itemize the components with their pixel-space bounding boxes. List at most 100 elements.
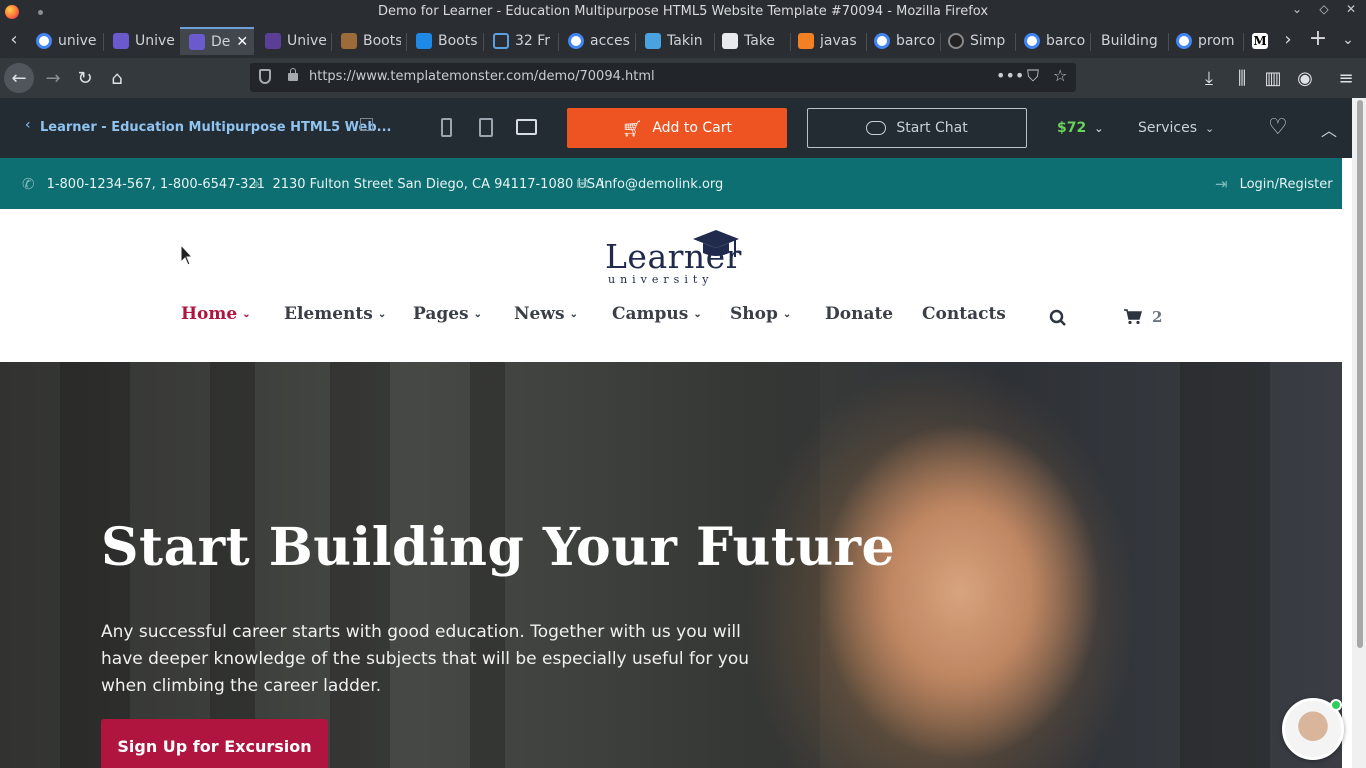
chat-agent-avatar[interactable] — [1282, 698, 1344, 760]
google-icon — [1024, 33, 1040, 49]
tab-6[interactable]: Boots — [416, 27, 480, 55]
graduation-cap-icon — [693, 230, 739, 257]
tab-4[interactable]: Unive — [265, 27, 327, 55]
sign-up-excursion-button[interactable]: Sign Up for Excursion — [101, 719, 328, 768]
close-window-icon[interactable]: ✕ — [1343, 2, 1359, 16]
tab-3-active[interactable]: De ✕ — [180, 27, 254, 55]
services-dropdown[interactable]: Services ⌄ — [1138, 120, 1214, 136]
code-icon — [722, 33, 738, 49]
reload-icon[interactable]: ↻ — [70, 63, 100, 93]
nav-contacts[interactable]: Contacts — [922, 304, 1006, 324]
tab-10[interactable]: Take — [722, 27, 788, 55]
navigation-toolbar: ← → ↻ ⌂ https://www.templatemonster.com/… — [0, 58, 1366, 98]
page-scrollbar[interactable] — [1352, 98, 1366, 768]
tab-2[interactable]: Unive — [113, 27, 177, 55]
site-icon — [948, 33, 964, 49]
template-icon — [189, 34, 205, 50]
start-chat-button[interactable]: Start Chat — [807, 108, 1027, 148]
cart-icon: 🛒︎ — [622, 118, 643, 138]
bootstrap-icon — [341, 33, 357, 49]
downloads-icon[interactable]: ⤓ — [1194, 63, 1224, 93]
site-icon — [645, 33, 661, 49]
tab-16[interactable]: prom — [1176, 27, 1238, 55]
price-dropdown[interactable]: $72 ⌄ — [1057, 120, 1103, 136]
nav-shop[interactable]: Shop ⌄ — [730, 304, 791, 324]
tracking-protection-icon[interactable] — [259, 69, 271, 84]
desktop-view-icon[interactable] — [516, 119, 537, 135]
pocket-icon[interactable]: ⛉ — [1027, 66, 1039, 86]
nav-home[interactable]: Home ⌄ — [181, 304, 251, 324]
medium-icon: M — [1252, 33, 1268, 49]
window-titlebar: Demo for Learner - Education Multipurpos… — [0, 0, 1366, 24]
chevron-down-icon: ⌄ — [693, 309, 702, 320]
shopping-cart-icon — [1124, 309, 1142, 325]
tablet-view-icon[interactable] — [479, 118, 493, 137]
demo-toolbar: ‹ Learner - Education Multipurpose HTML5… — [0, 98, 1352, 158]
chevron-down-icon: ⌄ — [473, 309, 483, 320]
tab-12[interactable]: barco — [874, 27, 938, 55]
search-icon[interactable] — [1049, 309, 1067, 327]
minimize-icon[interactable]: ⌄ — [1289, 2, 1305, 16]
bookmark-star-icon[interactable]: ☆ — [1053, 66, 1067, 85]
new-tab-icon[interactable]: + — [1307, 26, 1329, 51]
tab-9[interactable]: Takin — [645, 27, 711, 55]
lock-icon[interactable] — [288, 68, 298, 81]
address-info: ⌖ 2130 Fulton Street San Diego, CA 94117… — [252, 175, 605, 193]
scrollbar-thumb[interactable] — [1357, 100, 1363, 648]
tab-13[interactable]: Simp — [948, 27, 1012, 55]
login-register-link[interactable]: ⇥ Login/Register — [1215, 175, 1333, 193]
nav-pages[interactable]: Pages ⌄ — [413, 304, 482, 324]
menu-icon[interactable]: ≡ — [1331, 63, 1361, 93]
tab-7[interactable]: 32 Fr — [493, 27, 555, 55]
add-to-cart-button[interactable]: 🛒︎ Add to Cart — [567, 108, 787, 148]
url-bar[interactable]: https://www.templatemonster.com/demo/700… — [250, 63, 1076, 92]
site-header: Learner university Home ⌄ Elements ⌄ Pages… — [0, 209, 1342, 362]
chevron-down-icon: ⌄ — [1205, 122, 1215, 135]
forward-icon[interactable]: → — [38, 63, 68, 93]
sidebar-icon[interactable]: ▥ — [1258, 63, 1288, 93]
chevron-down-icon: ⌄ — [377, 309, 387, 320]
collapse-chevron-icon[interactable]: ︿ — [1321, 117, 1337, 141]
nav-campus[interactable]: Campus ⌄ — [612, 304, 702, 324]
online-status-icon — [1330, 699, 1342, 711]
url-text[interactable]: https://www.templatemonster.com/demo/700… — [309, 69, 655, 84]
google-icon — [568, 33, 584, 49]
tab-5[interactable]: Boots — [341, 27, 401, 55]
maximize-icon[interactable]: ◇ — [1316, 2, 1332, 16]
back-chevron-icon[interactable]: ‹ — [25, 117, 31, 133]
cart-count: 2 — [1152, 308, 1163, 326]
list-all-tabs-icon[interactable]: ⌄ — [1337, 32, 1359, 48]
nav-donate[interactable]: Donate — [825, 304, 893, 324]
tab-15[interactable]: Building — [1101, 27, 1165, 55]
template-title-link[interactable]: Learner - Education Multipurpose HTML5 W… — [40, 120, 391, 135]
wishlist-heart-icon[interactable]: ♡ — [1268, 115, 1288, 140]
account-icon[interactable]: ◉ — [1290, 63, 1320, 93]
chat-bubble-icon — [866, 121, 887, 135]
site-logo[interactable]: Learner university — [605, 229, 745, 289]
email-info[interactable]: ✉ info@demolink.org — [576, 175, 723, 193]
tab-11[interactable]: javas — [798, 27, 864, 55]
tab-17[interactable]: M — [1252, 27, 1272, 55]
tabs-scroll-left-icon[interactable]: ‹ — [3, 29, 25, 50]
hero-text: Any successful career starts with good e… — [101, 622, 750, 696]
tab-8[interactable]: acces — [568, 27, 632, 55]
close-tab-icon[interactable]: ✕ — [236, 34, 248, 50]
library-icon[interactable]: ⫼ — [1227, 63, 1257, 93]
tab-14[interactable]: barco — [1024, 27, 1086, 55]
chevron-down-icon: ⌄ — [1094, 122, 1104, 135]
back-icon[interactable]: ← — [4, 63, 34, 93]
home-icon[interactable]: ⌂ — [102, 63, 132, 93]
google-icon — [874, 33, 890, 49]
tabs-scroll-right-icon[interactable]: › — [1277, 29, 1299, 50]
bookmark-icon — [493, 33, 509, 49]
page-actions-icon[interactable]: ••• — [996, 66, 1024, 85]
tab-1[interactable]: unive — [36, 27, 100, 55]
google-icon — [1176, 33, 1192, 49]
nav-news[interactable]: News ⌄ — [514, 304, 578, 324]
nav-elements[interactable]: Elements ⌄ — [284, 304, 386, 324]
header-cart[interactable]: 2 — [1124, 308, 1162, 326]
external-link-icon[interactable] — [360, 118, 373, 131]
envelope-icon: ✉ — [576, 175, 589, 193]
stackoverflow-icon — [798, 33, 814, 49]
mobile-view-icon[interactable] — [441, 118, 452, 137]
